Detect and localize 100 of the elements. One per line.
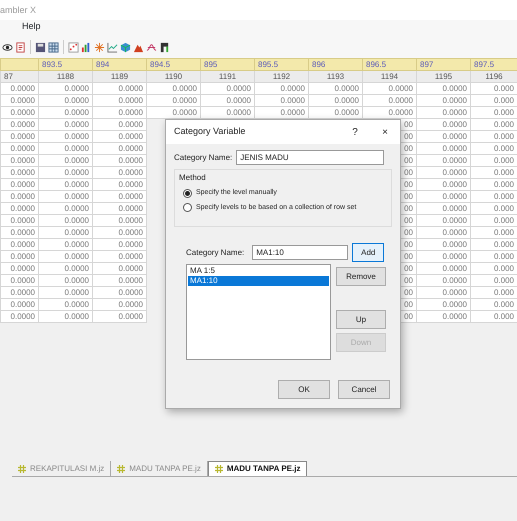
column-number: 1195 <box>416 70 470 82</box>
table-cell: 0.0000 <box>254 82 308 94</box>
star-chart-icon[interactable] <box>94 42 105 52</box>
table-cell: 0.0000 <box>92 142 146 154</box>
column-header[interactable]: 897.5 <box>470 58 517 70</box>
button[interactable]: Add <box>352 243 384 262</box>
table-cell: 0.000 <box>470 190 517 202</box>
table-cell: 0.0000 <box>200 82 254 94</box>
table-cell: 0.0000 <box>416 178 470 190</box>
table-cell: 0.000 <box>470 238 517 250</box>
table-cell: 0.0000 <box>92 118 146 130</box>
table-cell: 0.0000 <box>0 94 38 106</box>
column-number: 1193 <box>308 70 362 82</box>
bar-chart-icon[interactable] <box>81 42 92 52</box>
table-cell: 0.0000 <box>92 298 146 310</box>
table-cell: 0.0000 <box>416 106 470 118</box>
button[interactable]: OK <box>278 380 330 399</box>
table-cell: 0.0000 <box>38 286 92 298</box>
table-cell: 0.0000 <box>416 238 470 250</box>
save-icon[interactable] <box>35 42 46 52</box>
table-cell: 0.0000 <box>200 106 254 118</box>
table-cell: 0.0000 <box>0 178 38 190</box>
button[interactable]: Cancel <box>338 380 390 399</box>
category-name-field[interactable]: JENIS MADU <box>236 150 384 165</box>
column-header[interactable]: 894 <box>92 58 146 70</box>
table-cell: 0.0000 <box>416 190 470 202</box>
level-list[interactable]: MA 1:5 MA1:10 <box>186 264 331 360</box>
column-number: 1189 <box>92 70 146 82</box>
table-cell: 0.0000 <box>308 94 362 106</box>
table-cell: 0.0000 <box>92 286 146 298</box>
table-cell: 0.0000 <box>38 154 92 166</box>
table-cell: 0.0000 <box>0 202 38 214</box>
table-cell: 0.0000 <box>92 82 146 94</box>
scatter-icon[interactable] <box>68 42 79 52</box>
grid-icon[interactable] <box>48 42 59 52</box>
table-cell: 0.0000 <box>0 118 38 130</box>
list-item[interactable]: MA 1:5 <box>188 266 329 276</box>
table-cell: 0.0000 <box>0 262 38 274</box>
table-cell: 0.0000 <box>92 214 146 226</box>
table-cell: 0.0000 <box>38 178 92 190</box>
eye-icon[interactable] <box>2 42 13 52</box>
table-cell: 0.0000 <box>92 310 146 322</box>
table-cell: 0.0000 <box>38 262 92 274</box>
column-header[interactable]: 895 <box>200 58 254 70</box>
table-cell: 0.0000 <box>362 106 416 118</box>
file-tab[interactable]: MADU TANPA PE.jz <box>208 461 308 476</box>
column-header[interactable]: 896 <box>308 58 362 70</box>
table-cell: 0.0000 <box>416 202 470 214</box>
table-cell: 0.0000 <box>38 238 92 250</box>
document-icon[interactable] <box>15 42 26 52</box>
menu-item[interactable]: Help <box>22 21 41 31</box>
table-cell: 0.0000 <box>0 250 38 262</box>
table-cell: 0.0000 <box>416 118 470 130</box>
table-cell: 0.0000 <box>38 274 92 286</box>
table-cell: 0.0000 <box>0 274 38 286</box>
table-cell: 0.0000 <box>0 226 38 238</box>
table-cell: 0.0000 <box>38 106 92 118</box>
table-cell: 0.0000 <box>0 166 38 178</box>
column-header[interactable]: 896.5 <box>362 58 416 70</box>
table-cell: 0.000 <box>470 178 517 190</box>
level-name-field[interactable]: MA1:10 <box>252 245 348 260</box>
table-cell: 0.0000 <box>0 82 38 94</box>
table-cell: 0.0000 <box>38 130 92 142</box>
table-cell: 0.0000 <box>308 82 362 94</box>
grid-icon <box>117 464 126 472</box>
table-cell: 0.000 <box>470 106 517 118</box>
radio-button[interactable] <box>183 188 192 198</box>
table-cell: 0.000 <box>470 154 517 166</box>
table-cell: 0.0000 <box>416 274 470 286</box>
cube-icon[interactable] <box>120 42 131 52</box>
table-cell: 0.0000 <box>416 142 470 154</box>
column-header[interactable]: 895.5 <box>254 58 308 70</box>
radio-button[interactable] <box>183 203 192 212</box>
table-cell: 0.0000 <box>308 106 362 118</box>
column-number: 1192 <box>254 70 308 82</box>
table-cell: 0.0000 <box>416 166 470 178</box>
line-chart-icon[interactable] <box>107 42 118 52</box>
table-cell: 0.0000 <box>92 106 146 118</box>
button[interactable]: Up <box>336 310 386 329</box>
table-cell: 0.0000 <box>92 154 146 166</box>
table-cell: 0.0000 <box>38 250 92 262</box>
column-header[interactable]: 893.5 <box>38 58 92 70</box>
table-cell: 0.0000 <box>416 130 470 142</box>
table-cell: 0.0000 <box>38 310 92 322</box>
table-cell: 0.000 <box>470 202 517 214</box>
table-cell: 0.000 <box>470 118 517 130</box>
grid-icon <box>214 465 223 473</box>
column-header[interactable]: 897 <box>416 58 470 70</box>
list-item[interactable]: MA1:10 <box>188 276 329 286</box>
curve-icon[interactable] <box>146 42 157 52</box>
table-cell: 0.0000 <box>416 262 470 274</box>
table-cell: 0.0000 <box>38 214 92 226</box>
group-label: Method <box>179 172 207 184</box>
table-cell: 0.0000 <box>92 262 146 274</box>
column-header[interactable]: 894.5 <box>146 58 200 70</box>
button[interactable]: Remove <box>336 267 386 286</box>
table-cell: 0.0000 <box>0 214 38 226</box>
table-cell: 0.000 <box>470 82 517 94</box>
table-cell: 0.0000 <box>38 118 92 130</box>
table-cell: 0.0000 <box>416 286 470 298</box>
